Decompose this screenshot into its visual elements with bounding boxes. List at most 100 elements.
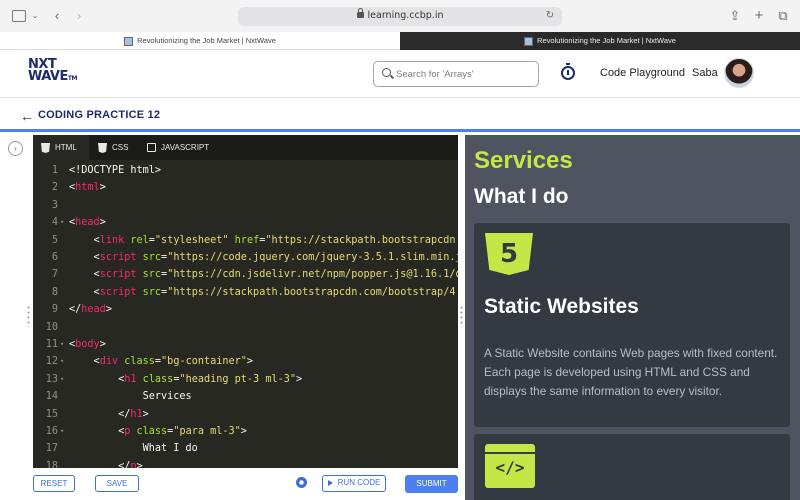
code-text: <script src="https://stackpath.bootstrap… xyxy=(93,286,458,298)
search-input[interactable] xyxy=(396,66,534,83)
card-title: Static Websites xyxy=(484,295,639,318)
browser-toolbar: ⌄ ‹ › learning.ccbp.in ↻ ⇪ + ⧉ xyxy=(0,0,800,32)
line-number: 7 xyxy=(51,269,58,281)
code-text: What I do xyxy=(142,443,198,455)
html5-icon xyxy=(41,143,50,153)
code-line[interactable]: 1 <!DOCTYPE html> xyxy=(33,162,458,179)
fold-icon[interactable]: ▾ xyxy=(60,214,64,231)
expand-panel-button[interactable]: › xyxy=(8,141,23,156)
code-line[interactable]: 9 </head> xyxy=(33,301,458,318)
logo-line-2: WAVE xyxy=(28,69,68,84)
tab-title: Revolutionizing the Job Market | NxtWave xyxy=(137,36,276,45)
back-icon[interactable]: ‹ xyxy=(50,8,64,24)
logo-tm: TM xyxy=(67,75,78,82)
tab-title: Revolutionizing the Job Market | NxtWave xyxy=(537,36,676,45)
nxtwave-logo[interactable]: NXT WAVETM xyxy=(28,58,78,89)
line-number: 8 xyxy=(51,286,58,298)
new-tab-icon[interactable]: + xyxy=(752,8,766,24)
code-line[interactable]: 11 ▾ <body> xyxy=(33,336,458,353)
fold-icon[interactable]: ▾ xyxy=(60,423,64,440)
tab-overview-icon[interactable]: ⧉ xyxy=(776,8,790,24)
line-number: 12 xyxy=(45,356,58,368)
line-number: 5 xyxy=(51,234,58,246)
line-number: 3 xyxy=(51,199,58,211)
url-bar[interactable]: learning.ccbp.in ↻ xyxy=(238,7,562,26)
code-line[interactable]: 16 ▾ <p class="para ml-3"> xyxy=(33,423,458,440)
code-line[interactable]: 17 What I do xyxy=(33,440,458,457)
code-window-icon: </> xyxy=(485,444,535,488)
code-text: <div class="bg-container"> xyxy=(93,356,254,368)
code-line[interactable]: 7 <script src="https://cdn.jsdelivr.net/… xyxy=(33,266,458,283)
forward-icon[interactable]: › xyxy=(72,8,86,24)
sidebar-toggle-icon[interactable] xyxy=(12,10,26,22)
tab-javascript[interactable]: JAVASCRIPT xyxy=(139,135,219,160)
code-line[interactable]: 13 ▾ <h1 class="heading pt-3 ml-3"> xyxy=(33,371,458,388)
js-icon xyxy=(147,143,156,152)
resize-handle-icon[interactable] xyxy=(27,305,30,327)
page-title: CODING PRACTICE 12 xyxy=(38,109,161,121)
resize-handle-icon[interactable] xyxy=(460,305,463,327)
code-line[interactable]: 3 xyxy=(33,197,458,214)
fold-icon[interactable]: ▾ xyxy=(60,353,64,370)
tab-css-label: CSS xyxy=(112,143,129,152)
code-text: <script src="https://cdn.jsdelivr.net/np… xyxy=(93,269,458,281)
practice-header: ← CODING PRACTICE 12 xyxy=(0,99,800,132)
code-line[interactable]: 12 ▾ <div class="bg-container"> xyxy=(33,353,458,370)
search-icon xyxy=(382,68,391,77)
code-line[interactable]: 10 xyxy=(33,319,458,336)
service-card: 5 Static Websites A Static Website conta… xyxy=(474,223,790,427)
run-code-button[interactable]: RUN CODE xyxy=(322,475,386,492)
fold-icon[interactable]: ▾ xyxy=(60,336,64,353)
line-number: 17 xyxy=(45,443,58,455)
line-number: 14 xyxy=(45,391,58,403)
code-line[interactable]: 5 <link rel="stylesheet" href="https://s… xyxy=(33,232,458,249)
code-area[interactable]: 1 <!DOCTYPE html> 2 <html> 3 4 ▾ <head> 5 <link … xyxy=(33,160,458,468)
back-arrow-icon[interactable]: ← xyxy=(20,108,34,124)
code-text: <p class="para ml-3"> xyxy=(118,426,247,437)
output-preview: Services What I do 5 Static Websites A S… xyxy=(465,135,800,500)
preview-subheading: What I do xyxy=(474,185,569,208)
search-box[interactable] xyxy=(373,61,539,87)
code-text: </p> xyxy=(118,460,143,468)
url-text: learning.ccbp.in xyxy=(367,10,444,21)
share-icon[interactable]: ⇪ xyxy=(728,8,742,24)
code-playground-link[interactable]: Code Playground xyxy=(600,67,685,79)
code-text: <head> xyxy=(69,217,106,229)
line-number: 15 xyxy=(45,408,58,420)
browser-tab-2[interactable]: Revolutionizing the Job Market | NxtWave xyxy=(400,32,800,50)
reload-icon[interactable]: ↻ xyxy=(544,8,556,24)
tab-html-label: HTML xyxy=(55,143,77,152)
submit-button[interactable]: SUBMIT xyxy=(405,475,458,493)
reset-button[interactable]: RESET xyxy=(33,475,75,492)
code-text: Services xyxy=(142,391,192,403)
username[interactable]: Saba xyxy=(692,67,718,79)
code-line[interactable]: 18 </p> xyxy=(33,458,458,468)
code-text: <body> xyxy=(69,339,106,350)
code-line[interactable]: 6 <script src="https://code.jquery.com/j… xyxy=(33,249,458,266)
line-number: 9 xyxy=(51,304,58,316)
chevron-down-icon[interactable]: ⌄ xyxy=(30,8,40,24)
run-code-label: RUN CODE xyxy=(337,478,381,487)
html5-glyph: 5 xyxy=(499,239,519,269)
line-number: 18 xyxy=(45,460,58,468)
timer-icon[interactable] xyxy=(561,63,575,80)
code-line[interactable]: 15 </h1> xyxy=(33,406,458,423)
tab-css[interactable]: CSS xyxy=(90,135,138,160)
browser-tab-1[interactable]: Revolutionizing the Job Market | NxtWave xyxy=(0,32,400,50)
line-number: 16 xyxy=(45,426,58,437)
line-number: 11 xyxy=(45,339,58,350)
code-line[interactable]: 14 Services xyxy=(33,388,458,405)
tab-html[interactable]: HTML xyxy=(33,135,89,160)
code-text: <h1 class="heading pt-3 ml-3"> xyxy=(118,373,303,385)
browser-tabs: Revolutionizing the Job Market | NxtWave… xyxy=(0,32,800,50)
preview-heading: Services xyxy=(474,147,573,174)
avatar[interactable] xyxy=(724,58,754,88)
code-line[interactable]: 8 <script src="https://stackpath.bootstr… xyxy=(33,284,458,301)
code-editor: HTML CSS JAVASCRIPT 1 <!DOCTYPE html> 2 <ht… xyxy=(33,135,458,468)
fold-icon[interactable]: ▾ xyxy=(60,371,64,388)
line-number: 2 xyxy=(51,182,58,194)
save-button[interactable]: SAVE xyxy=(95,475,139,492)
gear-icon[interactable] xyxy=(296,477,307,488)
code-line[interactable]: 2 <html> xyxy=(33,179,458,196)
code-line[interactable]: 4 ▾ <head> xyxy=(33,214,458,231)
